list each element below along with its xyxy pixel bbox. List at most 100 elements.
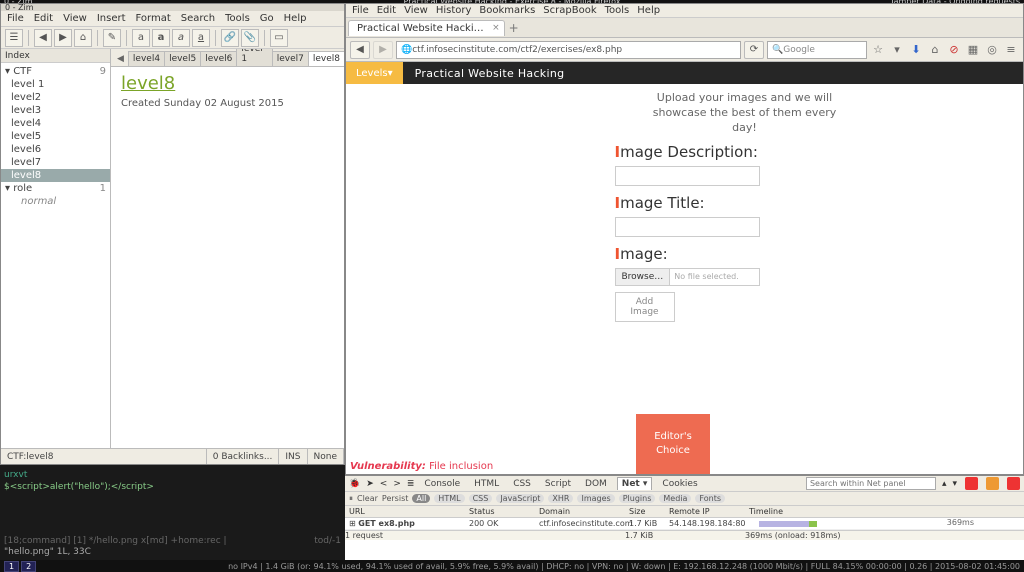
file-input[interactable]: Browse… No file selected. [615, 268, 760, 286]
filter-media[interactable]: Media [659, 494, 691, 503]
search-box[interactable]: 🔍 Google [767, 41, 867, 59]
ff-menu-bookmarks[interactable]: Bookmarks [479, 5, 535, 16]
ff-tab-active[interactable]: Practical Website Hacki…× [348, 20, 505, 36]
ff-menu-file[interactable]: File [352, 5, 369, 16]
col-status[interactable]: Status [465, 506, 535, 517]
fb-tab-html[interactable]: HTML [470, 478, 503, 490]
bold-a-icon[interactable]: a [152, 29, 170, 47]
fb-min-icon[interactable] [965, 477, 978, 490]
arrow-left-icon[interactable]: < [380, 479, 388, 489]
editors-choice-tile[interactable]: Editor's Choice [636, 414, 710, 474]
levels-dropdown[interactable]: Levels ▾ [346, 62, 403, 84]
filter-xhr[interactable]: XHR [548, 494, 573, 503]
inspect-icon[interactable]: ➤ [366, 479, 374, 489]
fb-detach-icon[interactable] [986, 477, 999, 490]
arrow-right-icon[interactable]: > [393, 479, 401, 489]
home-icon[interactable]: ⌂ [74, 29, 92, 47]
menu-icon[interactable]: ≡ [1003, 42, 1019, 58]
fb-close-icon[interactable] [1007, 477, 1020, 490]
fb-tab-script[interactable]: Script [541, 478, 575, 490]
fb-up-icon[interactable]: ▴ [942, 479, 947, 489]
ff-menu-history[interactable]: History [436, 5, 472, 16]
tab-level6[interactable]: level6 [200, 51, 237, 66]
underline-a-icon[interactable]: a [192, 29, 210, 47]
tabs-left-icon[interactable]: ◀ [113, 52, 128, 66]
fb-tab-console[interactable]: Console [420, 478, 464, 490]
tree-ctf[interactable]: ▾ CTF 9 [1, 65, 110, 78]
zim-menu-go[interactable]: Go [260, 13, 274, 24]
image-description-input[interactable] [615, 166, 760, 186]
filter-css[interactable]: CSS [469, 494, 493, 503]
status-backlinks[interactable]: 0 Backlinks... [207, 449, 280, 464]
col-timeline[interactable]: Timeline [745, 506, 1024, 517]
back-icon[interactable]: ◀ [34, 29, 52, 47]
ff-menu-scrapbook[interactable]: ScrapBook [543, 5, 596, 16]
tree-role[interactable]: ▾ role 1 [1, 182, 110, 195]
tree-level4[interactable]: level4 [1, 117, 110, 130]
tab-level8[interactable]: level8 [308, 51, 344, 66]
ff-menu-edit[interactable]: Edit [377, 5, 396, 16]
zim-menu-file[interactable]: File [7, 13, 24, 24]
zim-menu-search[interactable]: Search [181, 13, 215, 24]
italic-a-icon[interactable]: a [172, 29, 190, 47]
image-title-input[interactable] [615, 217, 760, 237]
edit-icon[interactable]: ✎ [103, 29, 121, 47]
terminal[interactable]: urxvt $<script>alert("hello");</script> … [0, 465, 345, 560]
fb-tab-net[interactable]: Net ▾ [617, 477, 653, 490]
ff-menu-tools[interactable]: Tools [605, 5, 630, 16]
filter-images[interactable]: Images [577, 494, 614, 503]
nav-back-icon[interactable]: ◀ [350, 41, 370, 59]
url-bar[interactable]: 🌐 ctf.infosecinstitute.com/ctf2/exercise… [396, 41, 741, 59]
col-url[interactable]: URL [345, 506, 465, 517]
zim-menu-edit[interactable]: Edit [34, 13, 53, 24]
attach-icon[interactable]: 📎 [241, 29, 259, 47]
source-icon[interactable]: ▭ [270, 29, 288, 47]
net-row[interactable]: ⊞ GET ex8.php 200 OK ctf.infosecinstitut… [345, 518, 1024, 530]
ff-menu-help[interactable]: Help [637, 5, 660, 16]
bookmark-icon[interactable]: ▾ [889, 42, 905, 58]
filter-plugins[interactable]: Plugins [619, 494, 656, 503]
cmd-icon[interactable]: ≣ [407, 479, 415, 489]
filter-fonts[interactable]: Fonts [695, 494, 725, 503]
pause-icon[interactable]: ⏸ [349, 494, 353, 504]
ff-menu-view[interactable]: View [404, 5, 428, 16]
tab-level4[interactable]: level4 [128, 51, 165, 66]
workspace-2[interactable]: 2 [21, 561, 36, 572]
tree-level2[interactable]: level2 [1, 91, 110, 104]
zim-menu-help[interactable]: Help [284, 13, 307, 24]
fb-search-input[interactable] [806, 477, 936, 490]
tree-level3[interactable]: level3 [1, 104, 110, 117]
zim-titlebar[interactable]: 0 - Zim [1, 4, 344, 11]
reload-icon[interactable]: ⟳ [744, 41, 764, 59]
fb-tab-css[interactable]: CSS [509, 478, 535, 490]
star-icon[interactable]: ☆ [870, 42, 886, 58]
zim-menu-insert[interactable]: Insert [97, 13, 126, 24]
home2-icon[interactable]: ⌂ [927, 42, 943, 58]
fb-tab-dom[interactable]: DOM [581, 478, 611, 490]
zim-menu-view[interactable]: View [63, 13, 87, 24]
close-tab-icon[interactable]: × [492, 23, 500, 33]
filter-html[interactable]: HTML [434, 494, 464, 503]
col-size[interactable]: Size [625, 506, 665, 517]
browse-button[interactable]: Browse… [616, 269, 671, 285]
tree-level8[interactable]: level8 [1, 169, 110, 182]
tree-level7[interactable]: level7 [1, 156, 110, 169]
add-image-button[interactable]: Add Image [615, 292, 675, 322]
fb-persist[interactable]: Persist [382, 494, 408, 503]
zim-menu-format[interactable]: Format [136, 13, 171, 24]
zim-page[interactable]: level8 Created Sunday 02 August 2015 [111, 67, 344, 448]
ext-icon[interactable]: ◎ [984, 42, 1000, 58]
heading-a-icon[interactable]: a [132, 29, 150, 47]
addon-icon[interactable]: ▦ [965, 42, 981, 58]
firebug-icon[interactable]: 🐞 [349, 479, 360, 489]
filter-all[interactable]: All [412, 494, 430, 503]
tree-role-normal[interactable]: normal [1, 195, 110, 208]
nav-forward-icon[interactable]: ▶ [373, 41, 393, 59]
col-remoteip[interactable]: Remote IP [665, 506, 745, 517]
zim-menu-tools[interactable]: Tools [225, 13, 250, 24]
filter-js[interactable]: JavaScript [496, 494, 544, 503]
workspace-1[interactable]: 1 [4, 561, 19, 572]
forward-icon[interactable]: ▶ [54, 29, 72, 47]
tree-level5[interactable]: level5 [1, 130, 110, 143]
index-icon[interactable]: ☰ [5, 29, 23, 47]
